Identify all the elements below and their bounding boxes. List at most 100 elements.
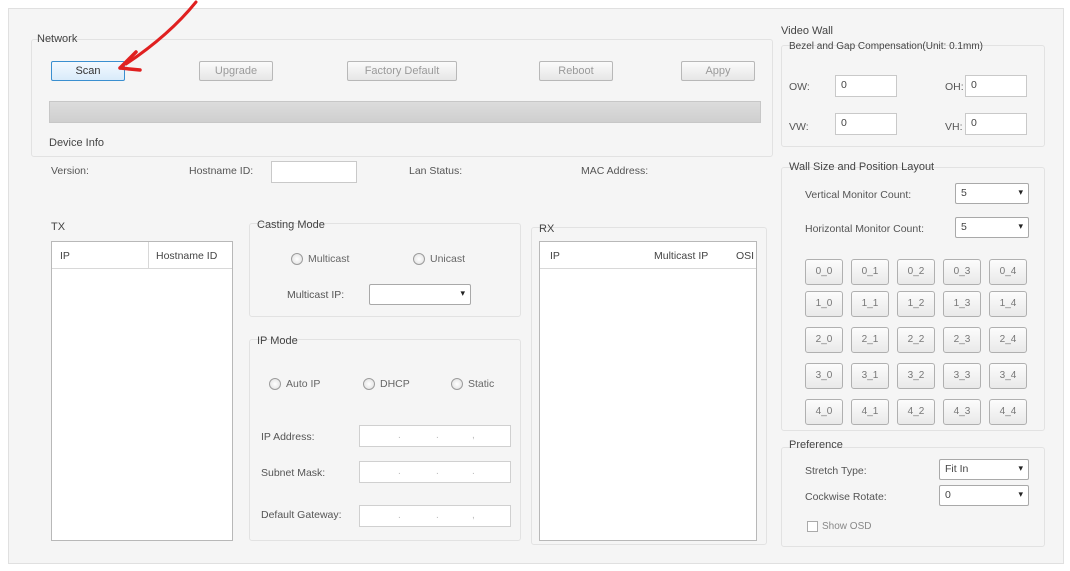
app-window: Network Scan Upgrade Factory Default Reb… [8,8,1064,564]
auto-ip-radio-label: Auto IP [286,378,321,390]
subnet-mask-label: Subnet Mask: [261,467,326,479]
tile-3-2[interactable]: 3_2 [897,363,935,389]
rx-column-osi: OSI [736,250,755,262]
default-gateway-input[interactable]: . . , [359,505,511,527]
tile-0-3[interactable]: 0_3 [943,259,981,285]
show-osd-label: Show OSD [822,521,872,532]
gateway-dot-3: , [472,510,475,521]
subnet-mask-input[interactable]: . . . [359,461,511,483]
scan-button[interactable]: Scan [51,61,125,81]
chevron-down-icon: ▾ [1018,463,1023,473]
hostname-id-input[interactable] [271,161,357,183]
rx-column-ip: IP [550,250,560,262]
network-group [31,39,773,157]
horizontal-count-value: 5 [961,221,967,233]
unicast-radio-label: Unicast [430,253,466,265]
ip-dot-2: . [436,430,439,441]
stretch-type-value: Fit In [945,463,969,475]
stretch-type-select[interactable]: Fit In ▾ [939,459,1029,480]
vertical-count-label: Vertical Monitor Count: [805,189,912,201]
tile-4-3[interactable]: 4_3 [943,399,981,425]
chevron-down-icon: ▾ [1018,489,1023,499]
reboot-button[interactable]: Reboot [539,61,613,81]
rx-header-bottom [540,268,756,269]
show-osd-checkbox[interactable]: Show OSD [807,521,871,532]
tile-3-0[interactable]: 3_0 [805,363,843,389]
rx-column-multicast-ip: Multicast IP [654,250,709,262]
hostname-id-label: Hostname ID: [189,165,254,177]
gateway-dot-2: . [436,510,439,521]
tile-0-2[interactable]: 0_2 [897,259,935,285]
vertical-count-value: 5 [961,187,967,199]
tile-2-0[interactable]: 2_0 [805,327,843,353]
horizontal-count-select[interactable]: 5 ▾ [955,217,1029,238]
vh-input[interactable]: 0 [965,113,1027,135]
tile-1-0[interactable]: 1_0 [805,291,843,317]
casting-mode-title: Casting Mode [257,219,325,231]
vw-label: VW: [789,121,809,133]
ip-mode-title: IP Mode [257,335,298,347]
tile-3-1[interactable]: 3_1 [851,363,889,389]
multicast-ip-select[interactable]: ▾ [369,284,471,305]
factory-default-button[interactable]: Factory Default [347,61,457,81]
ip-address-label: IP Address: [261,431,315,443]
tile-4-1[interactable]: 4_1 [851,399,889,425]
network-title: Network [37,33,78,45]
auto-ip-radio[interactable]: Auto IP [269,378,320,390]
tile-0-1[interactable]: 0_1 [851,259,889,285]
dhcp-radio-label: DHCP [380,378,410,390]
auto-ip-radio-dot[interactable] [269,378,281,390]
lan-status-label: Lan Status: [409,165,463,177]
upgrade-button[interactable]: Upgrade [199,61,273,81]
vw-input[interactable]: 0 [835,113,897,135]
tile-1-1[interactable]: 1_1 [851,291,889,317]
unicast-radio-dot[interactable] [413,253,425,265]
video-wall-title: Video Wall [781,25,833,37]
tile-1-4[interactable]: 1_4 [989,291,1027,317]
oh-input[interactable]: 0 [965,75,1027,97]
multicast-ip-label: Multicast IP: [287,289,345,301]
show-osd-checkbox-box[interactable] [807,521,818,532]
tile-3-3[interactable]: 3_3 [943,363,981,389]
vertical-count-select[interactable]: 5 ▾ [955,183,1029,204]
version-label: Version: [51,165,89,177]
ip-dot-3: , [472,430,475,441]
subnet-dot-3: . [472,466,475,477]
static-radio[interactable]: Static [451,378,494,390]
dhcp-radio[interactable]: DHCP [363,378,410,390]
apply-button[interactable]: Appy [681,61,755,81]
tx-header-divider [148,242,149,268]
unicast-radio[interactable]: Unicast [413,253,465,265]
wall-layout-title: Wall Size and Position Layout [789,161,935,173]
dhcp-radio-dot[interactable] [363,378,375,390]
horizontal-count-label: Horizontal Monitor Count: [805,223,925,235]
multicast-radio[interactable]: Multicast [291,253,349,265]
tile-4-0[interactable]: 4_0 [805,399,843,425]
tx-list[interactable]: IP Hostname ID [51,241,233,541]
tile-1-3[interactable]: 1_3 [943,291,981,317]
static-radio-dot[interactable] [451,378,463,390]
ow-input[interactable]: 0 [835,75,897,97]
tx-header-bottom [52,268,232,269]
tile-4-2[interactable]: 4_2 [897,399,935,425]
tile-3-4[interactable]: 3_4 [989,363,1027,389]
multicast-radio-dot[interactable] [291,253,303,265]
tile-1-2[interactable]: 1_2 [897,291,935,317]
tile-4-4[interactable]: 4_4 [989,399,1027,425]
oh-label: OH: [945,81,964,93]
tile-2-1[interactable]: 2_1 [851,327,889,353]
tile-2-3[interactable]: 2_3 [943,327,981,353]
tile-2-2[interactable]: 2_2 [897,327,935,353]
tx-column-ip: IP [60,250,70,262]
chevron-down-icon: ▾ [460,288,465,298]
clockwise-rotate-select[interactable]: 0 ▾ [939,485,1029,506]
tile-2-4[interactable]: 2_4 [989,327,1027,353]
ow-label: OW: [789,81,810,93]
tile-0-4[interactable]: 0_4 [989,259,1027,285]
ip-dot-1: . [398,430,401,441]
tx-column-hostname: Hostname ID [156,250,218,262]
rx-list[interactable]: IP Multicast IP OSI [539,241,757,541]
ip-address-input[interactable]: . . , [359,425,511,447]
default-gateway-label: Default Gateway: [261,509,342,521]
tile-0-0[interactable]: 0_0 [805,259,843,285]
